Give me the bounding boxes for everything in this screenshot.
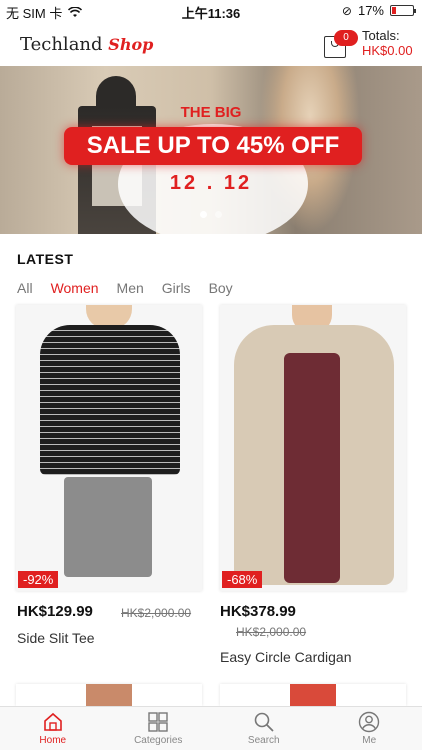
- battery-level: [392, 7, 396, 14]
- totals-amount: HK$0.00: [362, 43, 413, 58]
- product-old-price: HK$2,000.00: [121, 606, 192, 620]
- rotation-lock-icon: ⊘: [341, 3, 352, 18]
- banner-dot[interactable]: [200, 211, 207, 218]
- nav-label-me: Me: [362, 735, 377, 746]
- tab-women[interactable]: Women: [51, 280, 99, 296]
- discount-badge: -68%: [222, 571, 263, 588]
- nav-item-home[interactable]: Home: [0, 707, 106, 750]
- product-name[interactable]: Easy Circle Cardigan: [220, 649, 352, 665]
- cart-count-badge: 0: [334, 30, 358, 46]
- product-price: HK$378.99: [220, 603, 296, 620]
- nav-label-categories: Categories: [134, 735, 183, 746]
- home-icon: [43, 712, 62, 731]
- cart-totals[interactable]: Totals: HK$0.00: [362, 28, 413, 58]
- bottom-nav: Home Categories Search Me: [0, 706, 422, 750]
- battery-percent: 17%: [357, 3, 384, 18]
- product-image-model: [86, 684, 132, 706]
- nav-item-search[interactable]: Search: [211, 707, 317, 750]
- product-card[interactable]: -68%: [220, 305, 406, 591]
- promo-banner[interactable]: THE BIG SALE UP TO 45% OFF 12 . 12: [0, 66, 422, 234]
- nav-label-home: Home: [39, 735, 67, 746]
- tab-all[interactable]: All: [17, 280, 33, 296]
- banner-line-2: SALE UP TO 45% OFF: [86, 132, 340, 159]
- tab-boy[interactable]: Boy: [209, 280, 233, 296]
- nav-item-categories[interactable]: Categories: [106, 707, 212, 750]
- banner-line-1: THE BIG: [180, 104, 242, 121]
- tab-men[interactable]: Men: [117, 280, 144, 296]
- discount-badge: -92%: [18, 571, 59, 588]
- product-image: [16, 305, 202, 591]
- totals-label: Totals:: [362, 28, 400, 43]
- category-tabs: All Women Men Girls Boy: [17, 280, 233, 296]
- product-card[interactable]: [220, 684, 406, 706]
- banner-pagination: [200, 211, 222, 218]
- product-old-price: HK$2,000.00: [236, 625, 307, 639]
- product-price: HK$129.99: [17, 603, 93, 620]
- product-name[interactable]: Side Slit Tee: [17, 630, 95, 646]
- product-image: [220, 305, 406, 591]
- product-card[interactable]: -92%: [16, 305, 202, 591]
- status-bar: 无 SIM 卡 上午11:36 ⊘ 17%: [0, 0, 422, 22]
- battery-icon: [390, 5, 416, 16]
- nav-item-me[interactable]: Me: [317, 707, 422, 750]
- grid-icon: [148, 712, 168, 732]
- banner-dot[interactable]: [215, 211, 222, 218]
- nav-label-search: Search: [247, 735, 280, 746]
- section-title-latest: LATEST: [17, 251, 74, 267]
- app-header: Techland Shop 0 Totals: HK$0.00: [0, 22, 422, 66]
- product-image-jeans: [64, 477, 152, 577]
- product-image-model: [290, 684, 336, 706]
- brand-name: Techland: [20, 34, 103, 55]
- tab-girls[interactable]: Girls: [162, 280, 191, 296]
- user-icon: [359, 711, 380, 733]
- product-image-shirt: [40, 325, 180, 475]
- brand-logo[interactable]: Techland Shop: [20, 34, 153, 55]
- product-card[interactable]: [16, 684, 202, 706]
- banner-line-3: 12 . 12: [169, 172, 253, 194]
- status-right: ⊘ 17%: [341, 3, 416, 18]
- brand-accent: Shop: [108, 35, 154, 54]
- product-image-dress: [284, 353, 340, 583]
- search-icon: [254, 712, 274, 732]
